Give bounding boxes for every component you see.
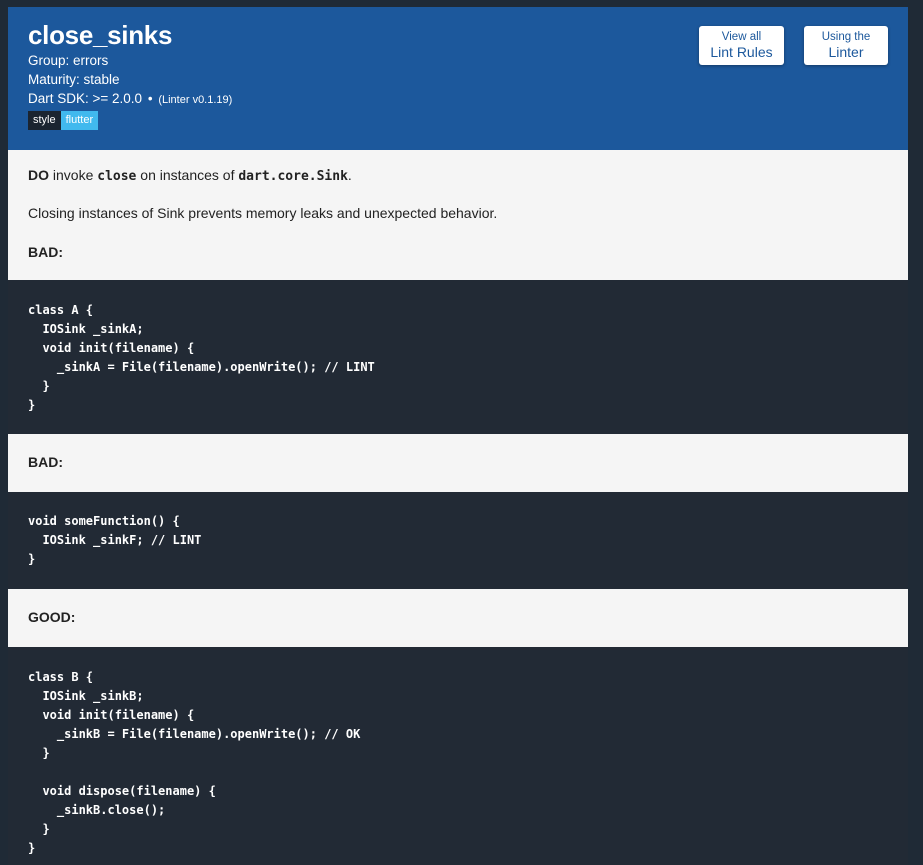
- rule-details: Closing instances of Sink prevents memor…: [28, 205, 498, 221]
- code-line: }: [28, 746, 50, 760]
- code-line: _sinkB.close();: [28, 803, 166, 817]
- code-line: _sinkA = File(filename).openWrite(); // …: [28, 360, 375, 374]
- separator-dot: •: [147, 91, 153, 106]
- code-block-bad-1: class A { IOSink _sinkA; void init(filen…: [8, 280, 908, 434]
- lint-rule-page: close_sinks Group: errors Maturity: stab…: [8, 7, 908, 865]
- summary-text: .: [347, 167, 352, 183]
- rule-summary: DO invoke close on instances of dart.cor…: [28, 167, 352, 184]
- rule-badges: style flutter: [28, 111, 99, 130]
- using-the-linter-button[interactable]: Using the Linter: [804, 26, 888, 65]
- code-line: void init(filename) {: [28, 708, 195, 722]
- code-line: IOSink _sinkB;: [28, 689, 144, 703]
- summary-text: invoke: [49, 167, 98, 183]
- bad-label: BAD:: [28, 244, 63, 260]
- summary-text: on instances of: [136, 167, 239, 183]
- code-line: }: [28, 822, 50, 836]
- code-line: }: [28, 379, 50, 393]
- code-line: void someFunction() {: [28, 514, 180, 528]
- code-block-good: class B { IOSink _sinkB; void init(filen…: [8, 647, 908, 865]
- good-label: GOOD:: [28, 609, 76, 625]
- good-section: GOOD:: [8, 589, 908, 647]
- linter-version: (Linter v0.1.19): [158, 94, 233, 106]
- rule-sdk-version: Dart SDK: >= 2.0.0 • (Linter v0.1.19): [28, 91, 232, 106]
- code-line: IOSink _sinkF; // LINT: [28, 533, 202, 547]
- button-caption: Using the: [821, 31, 871, 43]
- code-line: void init(filename) {: [28, 341, 195, 355]
- code-block-bad-2: void someFunction() { IOSink _sinkF; // …: [8, 492, 908, 589]
- rule-group: Group: errors: [28, 53, 109, 68]
- code-line: void dispose(filename) {: [28, 784, 216, 798]
- button-label: Lint Rules: [710, 44, 773, 60]
- code-line: }: [28, 841, 36, 855]
- code-line: IOSink _sinkA;: [28, 322, 144, 336]
- code-line: _sinkB = File(filename).openWrite(); // …: [28, 727, 361, 741]
- badge-flutter: flutter: [60, 111, 99, 130]
- code-line: class B {: [28, 670, 94, 684]
- rule-description: DO invoke close on instances of dart.cor…: [8, 150, 908, 280]
- code-line: class A {: [28, 303, 94, 317]
- rule-header: close_sinks Group: errors Maturity: stab…: [8, 7, 908, 150]
- sdk-version-text: Dart SDK: >= 2.0.0: [28, 91, 143, 106]
- rule-maturity: Maturity: stable: [28, 72, 120, 87]
- inline-code-close: close: [97, 169, 137, 184]
- view-all-lint-rules-button[interactable]: View all Lint Rules: [699, 26, 784, 65]
- button-caption: View all: [721, 31, 762, 43]
- inline-code-sink: dart.core.Sink: [238, 169, 348, 184]
- badge-style: style: [28, 111, 61, 130]
- rule-title: close_sinks: [28, 20, 173, 50]
- code-line: }: [28, 398, 36, 412]
- bad-section-2: BAD:: [8, 434, 908, 492]
- code-line: }: [28, 552, 36, 566]
- button-label: Linter: [828, 44, 864, 60]
- do-keyword: DO: [28, 167, 49, 183]
- bad-label: BAD:: [28, 454, 63, 470]
